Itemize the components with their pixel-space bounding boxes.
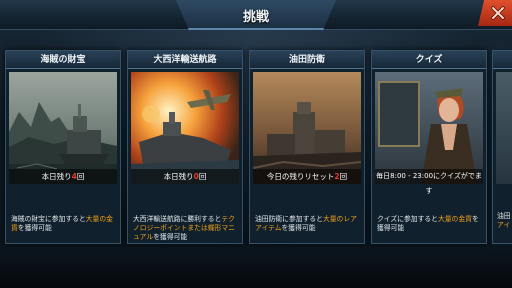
card-description: 大西洋輸送航路に勝利するとテクノロジーポイントまたは蝶形マニュアルを獲得可能 (133, 215, 235, 241)
remaining-count: 今日の残りリセット2回 (253, 169, 361, 184)
remaining-count: 本日残り4回 (9, 169, 117, 184)
event-card-atlantic-route[interactable]: 大西洋輸送航路 本日残り0回 大西洋輸送航路に勝利するとテクノロジーポイントまた… (127, 50, 243, 244)
partial-card-text: 油田 アイ (497, 212, 511, 229)
card-description: 海賊の財宝に参加すると大量の金貨を獲得可能 (11, 215, 113, 232)
quiz-art (375, 72, 483, 184)
card-title: 油田防衛 (250, 51, 364, 69)
card-title: 大西洋輸送航路 (128, 51, 242, 69)
card-description: クイズに参加すると大量の金貨を獲得可能 (377, 215, 479, 232)
partial-card-art (496, 72, 512, 184)
oil-field-defense-art (253, 72, 361, 184)
pirate-treasure-art (9, 72, 117, 184)
card-description: 油田防衛に参加すると大量のレアアイテムを獲得可能 (255, 215, 357, 232)
quiz-schedule: 毎日8:00 - 23:00にクイズがでます (375, 169, 483, 195)
page-title: 挑戦 (242, 10, 269, 25)
card-title: クイズ (372, 51, 486, 69)
card-title-partial (493, 51, 512, 69)
event-card-quiz[interactable]: クイズ 毎日8:00 - 23:00にクイズがでます クイズに参加すると大量の金… (371, 50, 487, 244)
card-title: 海賊の財宝 (6, 51, 120, 69)
close-x-icon (491, 6, 505, 20)
event-card-pirate-treasure[interactable]: 海賊の財宝 本日残り4回 海賊の財宝に参加すると大量の金貨を獲得可能 (5, 50, 121, 244)
event-card-oil-field-defense[interactable]: 油田防衛 今日の残りリセット2回 油田防衛に参加すると大量のレアアイテムを獲得可… (249, 50, 365, 244)
atlantic-route-art (131, 72, 239, 184)
remaining-count: 本日残り0回 (131, 169, 239, 184)
